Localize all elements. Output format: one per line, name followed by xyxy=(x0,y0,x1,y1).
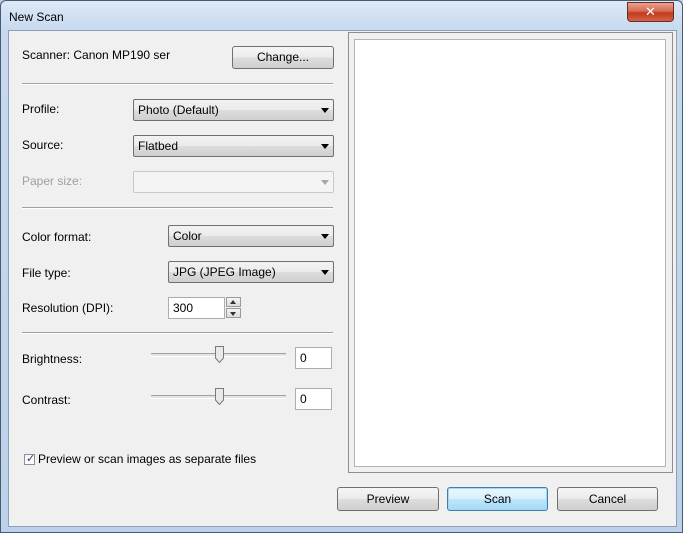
separator xyxy=(22,207,333,209)
paper-size-select xyxy=(133,171,334,193)
preview-panel xyxy=(348,32,673,473)
resolution-label: Resolution (DPI): xyxy=(22,301,114,315)
resolution-spinner[interactable] xyxy=(226,297,241,319)
checkmark-icon: ✓ xyxy=(26,453,36,465)
spin-up-button[interactable] xyxy=(226,297,241,307)
profile-value: Photo (Default) xyxy=(138,103,219,117)
chevron-down-icon xyxy=(321,180,329,185)
profile-label: Profile: xyxy=(22,102,60,116)
color-format-select[interactable]: Color xyxy=(168,225,334,247)
brightness-input[interactable]: 0 xyxy=(295,347,332,369)
source-select[interactable]: Flatbed xyxy=(133,135,334,157)
window-title: New Scan xyxy=(9,10,64,24)
chevron-down-icon xyxy=(321,234,329,239)
cancel-button[interactable]: Cancel xyxy=(557,487,658,511)
brightness-slider-thumb[interactable] xyxy=(215,346,224,363)
source-value: Flatbed xyxy=(138,139,179,153)
arrow-down-icon xyxy=(230,312,236,316)
preview-button[interactable]: Preview xyxy=(337,487,439,511)
contrast-value: 0 xyxy=(300,392,307,406)
chevron-down-icon xyxy=(321,144,329,149)
scanner-label: Scanner: Canon MP190 ser xyxy=(22,48,171,62)
separate-files-checkbox[interactable]: ✓ xyxy=(24,453,36,465)
contrast-label: Contrast: xyxy=(22,393,71,407)
file-type-select[interactable]: JPG (JPEG Image) xyxy=(168,261,334,283)
resolution-value: 300 xyxy=(173,301,194,315)
new-scan-dialog: New Scan ✕ Scanner: Canon MP190 ser Chan… xyxy=(0,0,683,533)
close-icon: ✕ xyxy=(645,4,656,19)
separator xyxy=(22,332,333,334)
file-type-label: File type: xyxy=(22,266,71,280)
brightness-value: 0 xyxy=(300,351,307,365)
separate-files-label[interactable]: Preview or scan images as separate files xyxy=(38,452,256,466)
brightness-label: Brightness: xyxy=(22,352,83,366)
contrast-input[interactable]: 0 xyxy=(295,388,332,410)
source-label: Source: xyxy=(22,138,64,152)
change-scanner-button[interactable]: Change... xyxy=(232,46,334,69)
arrow-up-icon xyxy=(230,300,236,304)
paper-size-label: Paper size: xyxy=(22,174,83,188)
chevron-down-icon xyxy=(321,270,329,275)
profile-select[interactable]: Photo (Default) xyxy=(133,99,334,121)
file-type-value: JPG (JPEG Image) xyxy=(173,265,276,279)
title-bar[interactable]: New Scan ✕ xyxy=(1,1,682,31)
preview-image-area[interactable] xyxy=(354,39,666,467)
color-format-value: Color xyxy=(173,229,202,243)
color-format-label: Color format: xyxy=(22,230,92,244)
spin-down-button[interactable] xyxy=(226,308,241,318)
chevron-down-icon xyxy=(321,108,329,113)
scan-button[interactable]: Scan xyxy=(447,487,548,511)
separator xyxy=(22,83,333,85)
contrast-slider-thumb[interactable] xyxy=(215,388,224,405)
dialog-body: Scanner: Canon MP190 ser Change... Profi… xyxy=(8,30,677,527)
close-button[interactable]: ✕ xyxy=(627,2,674,22)
resolution-input[interactable]: 300 xyxy=(168,297,225,319)
